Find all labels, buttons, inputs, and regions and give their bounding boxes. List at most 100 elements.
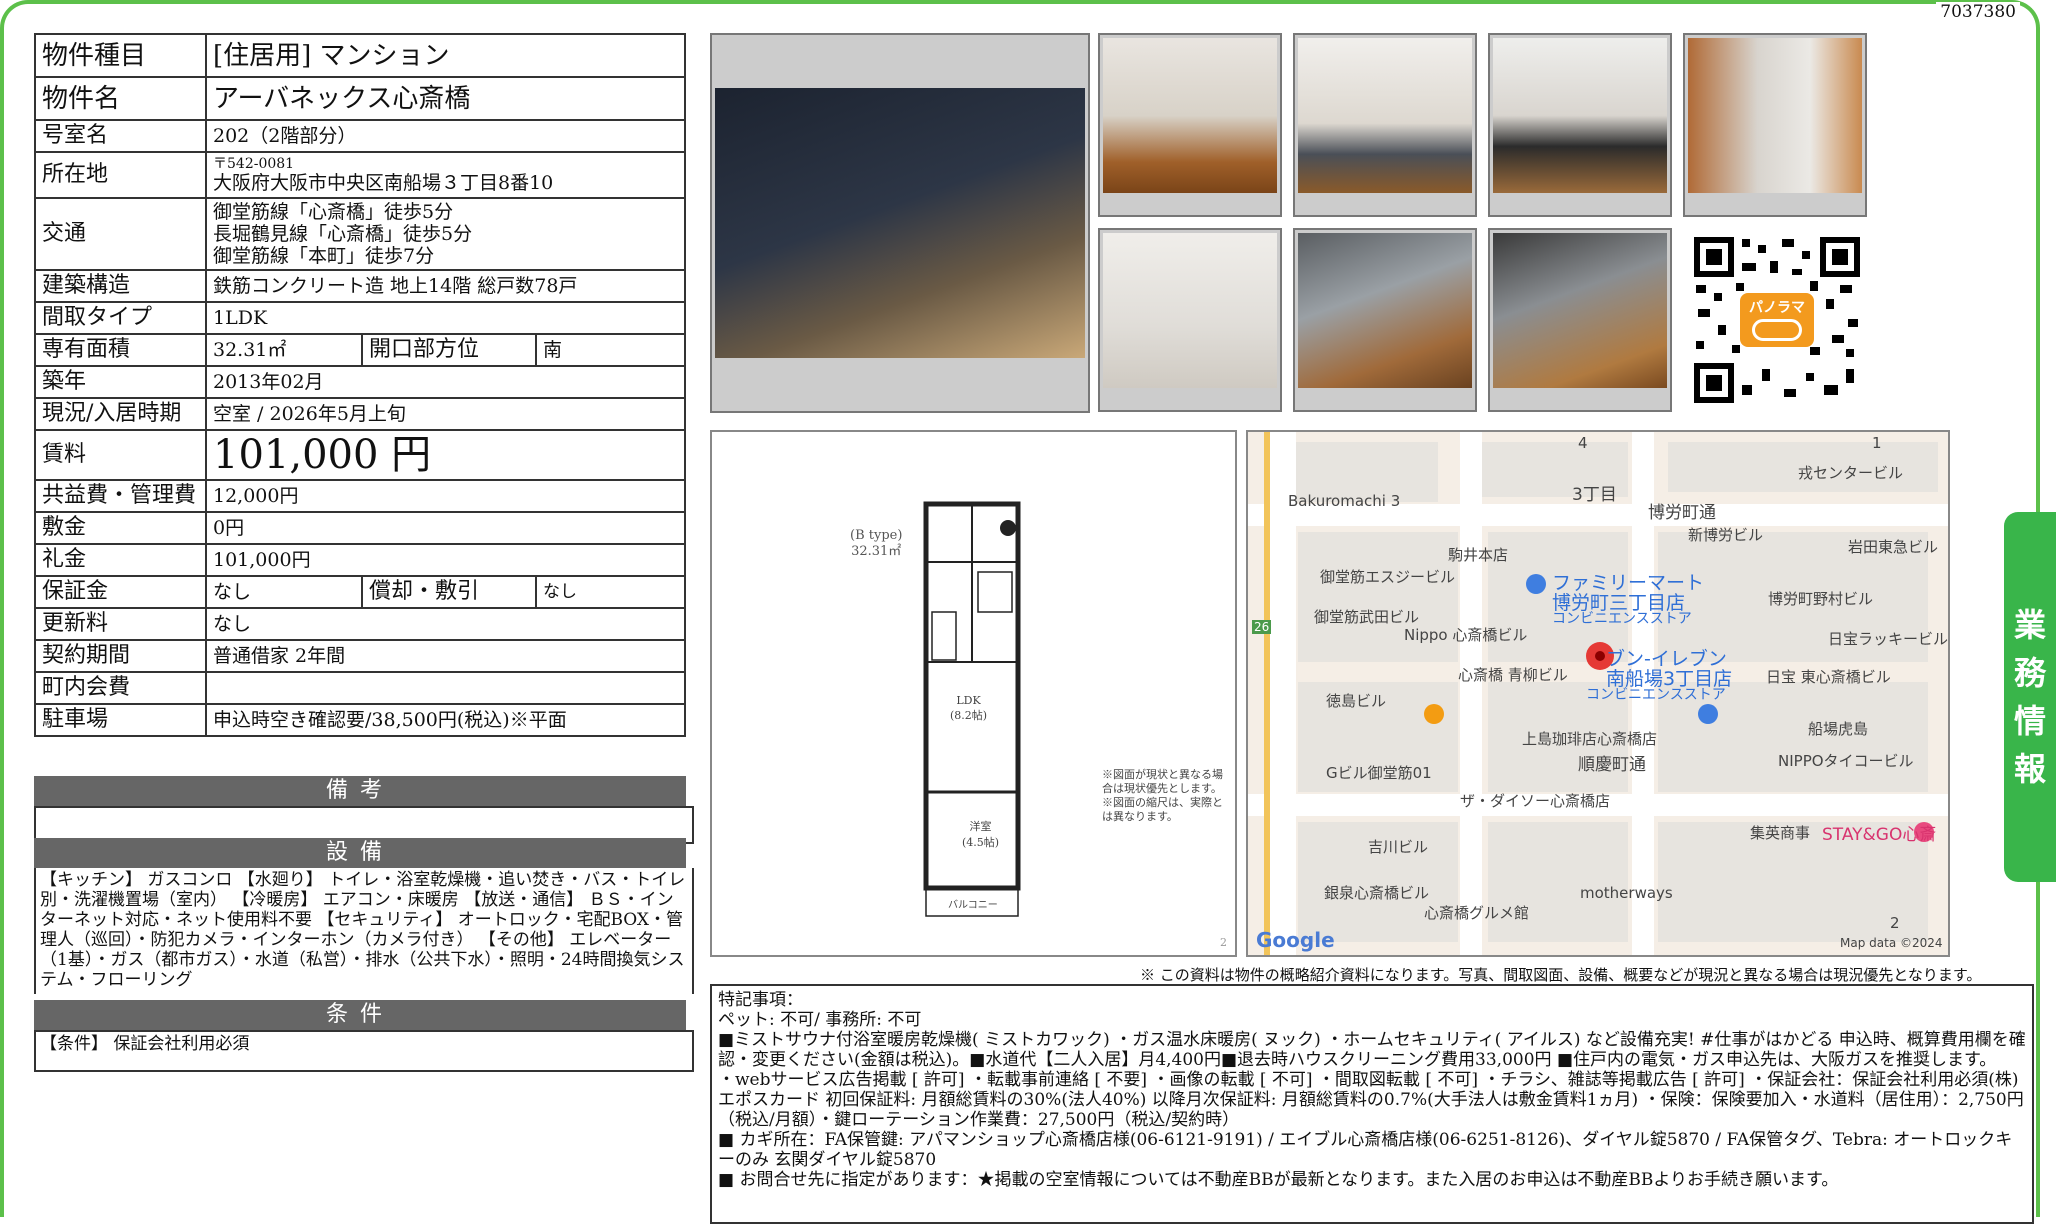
kitchen-photo[interactable]	[1293, 228, 1477, 412]
map-label: 日宝 東心斎橋ビル	[1766, 668, 1891, 686]
north-icon	[1000, 520, 1016, 536]
spec-row: 現況/入居時期 空室 / 2026年5月上旬	[34, 397, 686, 431]
kitchen-photo[interactable]	[1488, 228, 1672, 412]
location-map[interactable]: Bakuromachi 3 3丁目 博労町通 戎センタービル 駒井本店 新博労ビ…	[1246, 430, 1950, 957]
map-label: 上島珈琲店心斎橋店	[1522, 730, 1658, 748]
map-label: NIPPOタイコービル	[1778, 752, 1914, 770]
spec-label: 共益費・管理費	[34, 479, 207, 513]
plan-page-number: 2	[1220, 936, 1227, 949]
spec-row: 建築構造 鉄筋コンクリート造 地上14階 総戸数78戸	[34, 269, 686, 303]
conditions-text: 【条件】 保証会社利用必須	[34, 1030, 694, 1072]
orientation: 南	[535, 333, 686, 367]
spec-row: 共益費・管理費 12,000円	[34, 479, 686, 513]
disclaimer-notice: ※ この資料は物件の概略紹介資料になります。写真、間取図面、設備、概要などが現況…	[1140, 966, 1982, 984]
spec-row: 保証金 なし 償却・敷引 なし	[34, 575, 686, 609]
panorama-rotate-icon	[1752, 319, 1802, 341]
side-tab-char: 報	[2013, 750, 2046, 788]
map-label: STAY&GO心斎	[1822, 825, 1937, 845]
amortization: なし	[535, 575, 686, 609]
map-attribution: Map data ©2024	[1840, 936, 1943, 950]
spec-label: 駐車場	[34, 703, 207, 737]
spec-row: 物件種目 [住居用] マンション	[34, 33, 686, 78]
contract-period: 普通借家 2年間	[205, 639, 686, 673]
property-type: [住居用] マンション	[205, 33, 686, 78]
key-money: 101,000円	[205, 543, 686, 577]
map-label: 心斎橋グルメ館	[1424, 904, 1530, 922]
map-label: Bakuromachi 3	[1288, 492, 1401, 510]
map-label: 1	[1872, 434, 1882, 452]
floor-plan[interactable]: (B type) 32.31㎡ LDK (8.2帖) 洋室 (4.5帖) バルコ…	[710, 430, 1237, 957]
map-label: 新博労ビル	[1688, 526, 1764, 544]
access-cell: 御堂筋線「心斎橋」徒歩5分 長堀鶴見線「心斎橋」徒歩5分 御堂筋線「本町」徒歩7…	[205, 197, 686, 271]
side-tab-char: 業	[2013, 606, 2046, 644]
parking: 申込時空き確認要/38,500円(税込)※平面	[205, 703, 686, 737]
spec-label: 間取タイプ	[34, 301, 207, 335]
address-cell: 〒542-0081 大阪府大阪市中央区南船場３丁目8番10	[205, 151, 686, 199]
interior-photo[interactable]	[1488, 33, 1672, 217]
spec-label: 物件名	[34, 76, 207, 121]
spec-label: 物件種目	[34, 33, 207, 78]
spec-label: 専有面積	[34, 333, 207, 367]
property-spec-table: 物件種目 [住居用] マンション 物件名 アーバネックス心斎橋 号室名 202（…	[34, 33, 686, 737]
map-label: 博労町通	[1648, 503, 1716, 523]
spec-row: 交通 御堂筋線「心斎橋」徒歩5分 長堀鶴見線「心斎橋」徒歩5分 御堂筋線「本町」…	[34, 197, 686, 271]
guarantee-deposit: なし	[205, 575, 363, 609]
side-tab-char: 情	[2013, 702, 2046, 740]
exterior-photo[interactable]	[710, 33, 1090, 413]
map-label: コンビニエンスストア	[1586, 687, 1726, 703]
interior-photo[interactable]	[1683, 33, 1867, 217]
notes-line: ペット: 不可/ 事務所: 不可	[718, 1010, 922, 1030]
floor-area: 32.31㎡	[205, 333, 363, 367]
spec-row: 更新料 なし	[34, 607, 686, 641]
spec-row: 物件名 アーバネックス心斎橋	[34, 76, 686, 121]
notes-line: 特記事項：	[718, 990, 803, 1010]
plan-note-line: ※図面が現状と異なる場合は現状優先とします。	[1102, 768, 1223, 795]
panorama-qr-code[interactable]: パノラマ	[1692, 235, 1862, 405]
spec-label: 建築構造	[34, 269, 207, 303]
business-info-tab[interactable]: 業 務 情 報	[2004, 512, 2056, 882]
renewal-fee: なし	[205, 607, 686, 641]
interior-photo[interactable]	[1098, 228, 1282, 412]
spec-row: 礼金 101,000円	[34, 543, 686, 577]
spec-row: 号室名 202（2階部分）	[34, 119, 686, 153]
deposit: 0円	[205, 511, 686, 545]
spec-label: 保証金	[34, 575, 207, 609]
interior-photo[interactable]	[1098, 33, 1282, 217]
notes-line: ■ミストサウナ付浴室暖房乾燥機( ミストカワック) ・ガス温水床暖房( ヌック)…	[718, 1030, 2026, 1070]
side-tab-char: 務	[2013, 654, 2046, 692]
map-label: 銀泉心斎橋ビル	[1324, 884, 1430, 902]
management-fee: 12,000円	[205, 479, 686, 513]
interior-photo[interactable]	[1293, 33, 1477, 217]
spec-label: 償却・敷引	[361, 575, 537, 609]
access-line: 御堂筋線「心斎橋」徒歩5分	[213, 201, 454, 223]
panorama-label: パノラマ	[1749, 300, 1805, 316]
access-line: 長堀鶴見線「心斎橋」徒歩5分	[213, 223, 473, 245]
plan-bedroom: 洋室 (4.5帖)	[962, 820, 1000, 849]
layout-type: 1LDK	[205, 301, 686, 335]
spec-label: 交通	[34, 197, 207, 271]
spec-row: 町内会費	[34, 671, 686, 705]
plan-ldk: LDK (8.2帖)	[950, 694, 988, 722]
spec-label: 契約期間	[34, 639, 207, 673]
map-label: 4	[1578, 434, 1588, 452]
spec-row: 間取タイプ 1LDK	[34, 301, 686, 335]
move-in-status: 空室 / 2026年5月上旬	[205, 397, 686, 431]
spec-row: 駐車場 申込時空き確認要/38,500円(税込)※平面	[34, 703, 686, 737]
spec-label: 礼金	[34, 543, 207, 577]
spec-label: 所在地	[34, 151, 207, 199]
google-logo: Google	[1256, 928, 1335, 952]
spec-label: 号室名	[34, 119, 207, 153]
postal-code: 〒542-0081	[213, 155, 295, 172]
map-label: 岩田東急ビル	[1848, 538, 1939, 556]
built-year: 2013年02月	[205, 365, 686, 399]
section-header-conditions: 条件	[34, 1000, 686, 1030]
map-label: 日宝ラッキービル	[1828, 630, 1949, 648]
map-label: 2	[1890, 914, 1900, 932]
map-label: 御堂筋エスジービル	[1320, 568, 1456, 586]
neighborhood-fee	[205, 671, 686, 705]
map-label: ザ・ダイソー心斎橋店	[1460, 792, 1611, 810]
map-label: 駒井本店	[1448, 546, 1509, 564]
map-label: Nippo 心斎橋ビル	[1404, 626, 1528, 644]
spec-label: 築年	[34, 365, 207, 399]
notes-line: ■ お問合せ先に指定があります：★掲載の空室情報については不動産BBが最新となり…	[718, 1170, 1839, 1190]
